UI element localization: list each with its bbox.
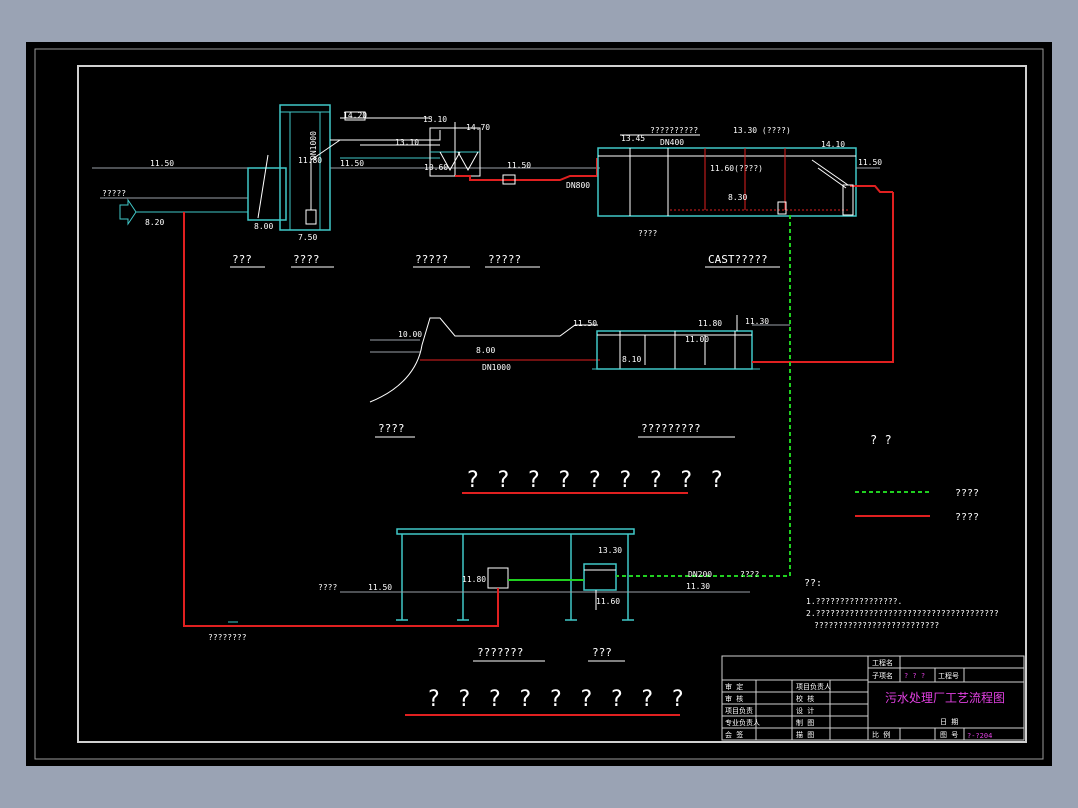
elev-1160b: 11.60 (596, 597, 620, 606)
pipe-dn400-label: DN400 (660, 138, 684, 147)
tb-r3a: 项目负责 (725, 706, 753, 715)
tb-drawing-title: 污水处理厂工艺流程图 (885, 690, 1005, 705)
caption-cast: CAST????? (708, 253, 768, 266)
pipe-note: ???? (740, 570, 759, 579)
tb-sub-label: 子项名 (872, 671, 893, 680)
cast-bottom-label: ???? (638, 229, 657, 238)
bottom-heading: ? ? ? ? ? ? ? ? ? (427, 687, 686, 712)
tb-r4b: 制 图 (796, 718, 814, 727)
elev-1330b: 13.30 (598, 546, 622, 555)
elev-inlet-bottom: 8.20 (145, 218, 164, 227)
left-label: ???? (318, 583, 337, 592)
tb-scale-label: 比 例 (872, 730, 890, 739)
cast-note: ?????????? (650, 126, 698, 135)
caption-thickener: ??????? (477, 646, 523, 659)
elev-1310b: 13.10 (423, 115, 447, 124)
elev-810: 8.10 (622, 355, 641, 364)
tb-sub-value: ? ? ? (904, 672, 925, 680)
elev-1470: 14.70 (466, 123, 490, 132)
elev-1420: 14.20 (343, 111, 367, 120)
elev-1150: 11.50 (573, 319, 597, 328)
inlet-label: ????? (102, 189, 126, 198)
elev-1150b: 11.50 (507, 161, 531, 170)
elev-1180: 11.80 (698, 319, 722, 328)
middle-heading: ? ? ? ? ? ? ? ? ? (466, 468, 725, 493)
elev-1345: 13.45 (621, 134, 645, 143)
caption-screen: ??? (232, 253, 252, 266)
tb-r5a: 会 签 (725, 730, 743, 739)
tb-r2a: 审 核 (725, 694, 743, 703)
tb-r1b: 项目负责人 (796, 682, 831, 691)
pipe-dn1000b-label: DN1000 (482, 363, 511, 372)
elev-1000: 10.00 (398, 330, 422, 339)
notes-title: ??: (804, 578, 822, 589)
legend-air-label: ???? (955, 488, 979, 499)
cad-drawing: ????? 11.50 8.20 8.00 11.80 7.50 DN1000 … (26, 42, 1052, 766)
tb-r3b: 设 计 (796, 706, 814, 715)
elev-1150a: 11.50 (340, 159, 364, 168)
elev-800: 8.00 (476, 346, 495, 355)
tb-project-label: 工程名 (872, 658, 893, 667)
elev-pump-bottom: 7.50 (298, 233, 317, 242)
pipe-dn800-label: DN800 (566, 181, 590, 190)
elev-1100: 11.00 (685, 335, 709, 344)
sludge-pipe-label: ???????? (208, 633, 247, 642)
caption-fine-screen: ????? (415, 253, 448, 266)
elev-1180b: 11.80 (462, 575, 486, 584)
legend-title: ? ? (870, 433, 892, 447)
tb-number-value: ?-?204 (967, 732, 992, 740)
elev-1150b: 11.50 (368, 583, 392, 592)
elev-1060: 10.60 (424, 163, 448, 172)
tb-r1a: 审 定 (725, 682, 743, 691)
tb-date-label: 日 期 (940, 718, 958, 726)
caption-pump: ???? (293, 253, 320, 266)
notes-line1: 1.?????????????????. (806, 597, 902, 606)
caption-contact: ????????? (641, 422, 701, 435)
caption-dewater: ??? (592, 646, 612, 659)
elev-1130b: 11.30 (686, 582, 710, 591)
drawing-canvas (26, 42, 1052, 766)
caption-outfall: ???? (378, 422, 405, 435)
tb-number-label: 图 号 (940, 731, 958, 739)
tb-r2b: 校 核 (796, 694, 814, 703)
caption-grit: ????? (488, 253, 521, 266)
legend-sludge-label: ???? (955, 512, 979, 523)
pipe-dn200-label: DN200 (688, 570, 712, 579)
tb-code-label: 工程号 (938, 671, 959, 680)
notes-line2: 2.?????????????????????????????????????? (806, 609, 999, 618)
tb-r5b: 描 图 (796, 730, 814, 739)
elev-1330: 13.30 (????) (733, 126, 791, 135)
elev-830: 8.30 (728, 193, 747, 202)
elev-inlet-water: 11.50 (150, 159, 174, 168)
elev-1310a: 13.10 (395, 138, 419, 147)
elev-1150c: 11.50 (858, 158, 882, 167)
elev-1130: 11.30 (745, 317, 769, 326)
elev-1160: 11.60(????) (710, 164, 763, 173)
elev-1410: 14.10 (821, 140, 845, 149)
notes-line3: ?????????????????????????? (814, 621, 939, 630)
tb-r4a: 专业负责人 (725, 718, 760, 727)
elev-screen-bottom: 8.00 (254, 222, 273, 231)
pipe-dn1000-label: DN1000 (309, 131, 318, 160)
